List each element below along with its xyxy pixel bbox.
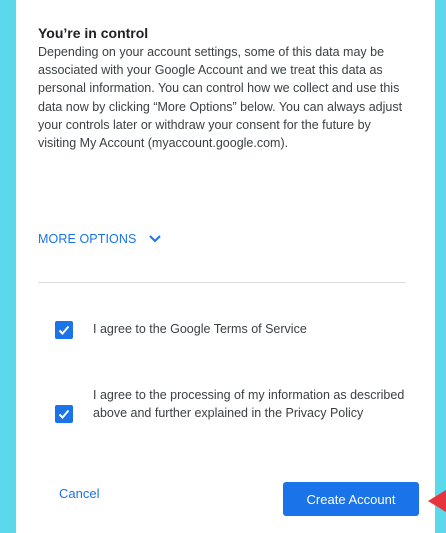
checkmark-icon [58, 409, 70, 419]
privacy-checkbox[interactable] [55, 405, 73, 423]
chevron-down-icon [149, 235, 162, 243]
terms-checkbox-label: I agree to the Google Terms of Service [93, 322, 307, 336]
consent-description: Depending on your account settings, some… [38, 45, 403, 151]
section-title: You’re in control [38, 25, 149, 41]
divider [38, 282, 406, 283]
annotation-arrow-icon [428, 490, 446, 512]
privacy-checkbox-label: I agree to the processing of my informat… [93, 388, 405, 421]
create-account-button[interactable]: Create Account [283, 482, 419, 516]
terms-checkbox[interactable] [55, 321, 73, 339]
more-options-toggle[interactable]: MORE OPTIONS [38, 232, 162, 246]
checkmark-icon [58, 325, 70, 335]
cancel-button[interactable]: Cancel [59, 486, 99, 501]
more-options-label: MORE OPTIONS [38, 232, 137, 246]
